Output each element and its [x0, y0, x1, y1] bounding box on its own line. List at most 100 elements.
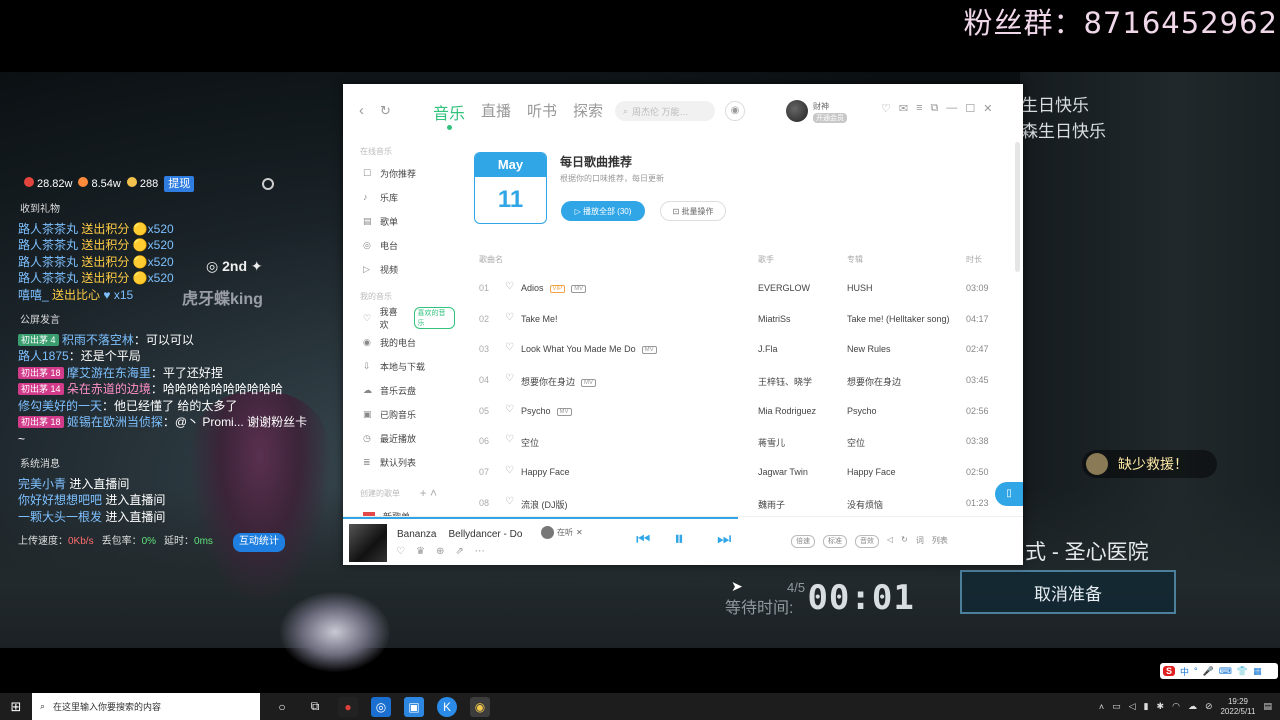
col-song[interactable]: 歌曲名 — [479, 254, 503, 265]
now-playing-title[interactable]: Bananza — [397, 529, 436, 540]
speaker-icon[interactable]: ◁ — [1129, 701, 1136, 712]
sidebar-item-local[interactable]: ⇩ 本地与下载 — [343, 354, 455, 378]
song-title[interactable]: 想要你在身边 — [521, 377, 575, 387]
song-artist[interactable]: J.Fla — [758, 344, 778, 354]
next-icon[interactable]: ⏭ — [717, 531, 731, 549]
play-all-button[interactable]: ▷ 播放全部 (30) — [561, 201, 645, 221]
ime-keyboard-icon[interactable]: ⌨ — [1219, 666, 1232, 677]
song-artist[interactable]: Jagwar Twin — [758, 467, 808, 477]
sidebar-item-favorites[interactable]: ♡ 我喜欢 喜欢的音乐 — [343, 306, 456, 330]
game-app-icon[interactable]: ◉ — [470, 696, 490, 717]
sidebar-item-cloud[interactable]: ☁ 音乐云盘 — [343, 378, 455, 402]
task-view-icon[interactable]: ⧉ — [305, 697, 325, 717]
song-artist[interactable]: 魏雨子 — [758, 498, 785, 511]
sound-effect-button[interactable]: 音效 — [855, 535, 879, 548]
song-album[interactable]: Happy Face — [847, 467, 896, 477]
tray-up-icon[interactable]: ˄ — [1099, 702, 1104, 712]
ime-language[interactable]: 中 — [1180, 665, 1189, 678]
heart-icon[interactable]: ♡ — [505, 434, 514, 445]
skin-icon[interactable]: ♡ — [881, 102, 891, 115]
col-artist[interactable]: 歌手 — [758, 254, 774, 265]
song-album[interactable]: HUSH — [847, 283, 873, 293]
song-artist[interactable]: MiatriSs — [758, 314, 791, 324]
battery-icon[interactable]: ▮ — [1144, 701, 1149, 712]
maximize-icon[interactable]: ☐ — [965, 102, 975, 115]
camera-icon[interactable] — [262, 178, 274, 190]
ime-skin-icon[interactable]: 👕 — [1237, 666, 1248, 677]
bluetooth-icon[interactable]: ✱ — [1157, 701, 1165, 712]
notification-icon[interactable]: ▤ — [1263, 701, 1272, 712]
tab-music[interactable]: 音乐 — [433, 100, 465, 130]
song-title[interactable]: Psycho — [521, 406, 551, 416]
windows-start-icon[interactable]: ⊞ — [0, 693, 32, 720]
mini-player-toggle[interactable]: ▯ — [995, 482, 1023, 506]
system-user[interactable]: 完美小青 — [18, 477, 66, 491]
kugou-icon[interactable]: K — [437, 696, 457, 717]
volume-icon[interactable]: ◁ — [887, 535, 893, 548]
song-title[interactable]: Look What You Made Me Do — [521, 344, 636, 354]
table-row[interactable]: 04 ♡ 想要你在身边 MV 王梓钰、晓学 想要你在身边 03:45 — [479, 365, 999, 396]
song-title[interactable]: 空位 — [521, 438, 539, 448]
song-title[interactable]: Adios — [521, 283, 544, 293]
system-user[interactable]: 一颗大头一根发 — [18, 510, 102, 524]
pause-icon[interactable]: ⏸ — [674, 528, 684, 551]
sidebar-item-recommend[interactable]: ☐ 为你推荐 — [343, 161, 455, 185]
minimize-icon[interactable]: — — [946, 102, 957, 115]
album-cover[interactable] — [349, 524, 387, 562]
vip-badge[interactable]: 开通会员 — [813, 113, 847, 123]
network-icon[interactable]: ▭ — [1112, 701, 1121, 712]
song-tag[interactable]: MV — [581, 379, 597, 388]
refresh-icon[interactable]: ↻ — [380, 103, 391, 119]
app-icon[interactable]: ▣ — [404, 696, 424, 717]
music-recognition-icon[interactable]: ◉ — [725, 101, 745, 121]
song-tag[interactable]: MV — [571, 285, 587, 293]
col-duration[interactable]: 时长 — [966, 254, 982, 265]
close-icon[interactable]: ✕ — [983, 102, 992, 115]
heart-icon[interactable]: ♡ — [505, 281, 514, 292]
more-icon[interactable]: ⋯ — [475, 546, 485, 557]
withdraw-tag[interactable]: 提现 — [164, 175, 195, 193]
share-icon[interactable]: ⇗ — [455, 546, 463, 557]
song-artist[interactable]: 蒋雪儿 — [758, 436, 785, 449]
sidebar-item-playlists[interactable]: ▤ 歌单 — [343, 209, 455, 233]
chat-user[interactable]: 路人1875 — [18, 349, 69, 363]
chat-user[interactable]: 积雨不落空林 — [62, 333, 134, 347]
lyrics-button[interactable]: 词 — [916, 535, 924, 548]
table-row[interactable]: 01 ♡ Adios VIP MV EVERGLOW HUSH 03:09 — [479, 273, 999, 304]
browser-icon[interactable]: ◎ — [371, 696, 391, 717]
table-row[interactable]: 07 ♡ Happy Face Jagwar Twin Happy Face 02:50 — [479, 457, 999, 488]
song-album[interactable]: 空位 — [847, 436, 865, 449]
table-row[interactable]: 02 ♡ Take Me! MiatriSs Take me! (Helltaker s… — [479, 304, 999, 335]
song-artist[interactable]: EVERGLOW — [758, 283, 810, 293]
wifi-icon[interactable]: ◠ — [1172, 701, 1180, 712]
song-artist[interactable]: Mia Rodriguez — [758, 406, 816, 416]
song-album[interactable]: Psycho — [847, 406, 877, 416]
taskbar-clock[interactable]: 19:29 2022/5/11 — [1220, 697, 1255, 717]
interact-stats-button[interactable]: 互动统计 — [232, 533, 285, 552]
close-small-icon[interactable]: ✕ — [576, 528, 583, 537]
daily-calendar-card[interactable]: May 11 — [474, 152, 547, 224]
heart-icon[interactable]: ♡ — [505, 496, 514, 507]
chat-user[interactable]: 朵在赤道的边境 — [67, 382, 151, 396]
mini-mode-icon[interactable]: ⧉ — [931, 102, 939, 115]
batch-operation-button[interactable]: ⊡ 批量操作 — [660, 201, 726, 221]
search-input[interactable]: ⌕ 周杰伦 万能… — [615, 101, 715, 121]
chat-user[interactable]: 摩艾游在东海里 — [67, 366, 151, 380]
listening-indicator[interactable]: 在听 ✕ — [541, 526, 583, 539]
system-user[interactable]: 你好好想想吧吧 — [18, 493, 102, 507]
tab-explore[interactable]: 探索 — [573, 100, 603, 124]
back-icon[interactable]: ‹ — [359, 102, 364, 119]
chat-user[interactable]: 姬锡在欧洲当侦探 — [67, 415, 163, 429]
antivirus-icon[interactable]: ⊘ — [1205, 701, 1213, 712]
table-row[interactable]: 08 ♡ 流浪 (DJ版) 魏雨子 没有烦恼 01:23 — [479, 488, 999, 519]
mail-icon[interactable]: ✉ — [899, 102, 908, 115]
song-tag[interactable]: MV — [556, 407, 572, 416]
user-name[interactable]: 财神 — [813, 101, 829, 112]
sidebar-item-library[interactable]: ♪ 乐库 — [343, 185, 455, 209]
song-tag[interactable]: MV — [641, 346, 657, 355]
heart-icon[interactable]: ♡ — [505, 342, 514, 353]
heart-icon[interactable]: ♡ — [505, 465, 514, 476]
cortana-icon[interactable]: ○ — [272, 697, 292, 717]
sidebar-item-radio[interactable]: ◎ 电台 — [343, 233, 455, 257]
add-playlist-icon[interactable]: + ˄ — [420, 486, 437, 500]
